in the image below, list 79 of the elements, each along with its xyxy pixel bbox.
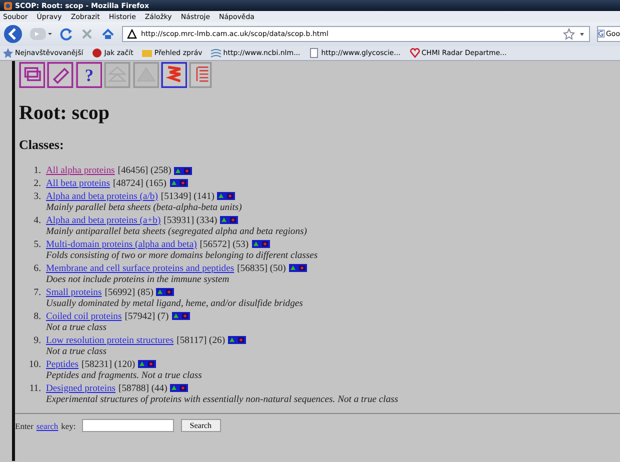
dot-icon [92, 48, 102, 58]
class-info: [48724] (165) [112, 178, 167, 189]
class-description: Usually dominated by metal ligand, heme, and/or disulfide bridges [46, 298, 303, 309]
page-heading: Root: scop [19, 102, 111, 125]
class-link[interactable]: Alpha and beta proteins (a+b) [46, 214, 161, 226]
tree-graphic-icon[interactable] [138, 360, 156, 368]
search-label: key: [61, 420, 76, 430]
class-info: [58788] (44) [118, 382, 168, 394]
class-info: [51349] (141) [160, 190, 214, 202]
star-icon [3, 48, 13, 58]
list-icon[interactable] [189, 62, 212, 88]
tree-graphic-icon[interactable] [220, 216, 238, 224]
dropdown-icon [579, 31, 585, 37]
heart-icon [410, 48, 420, 58]
class-link[interactable]: Peptides [46, 358, 79, 370]
list-number: 8. [32, 310, 42, 324]
tree-graphic-icon[interactable] [156, 288, 174, 296]
wave-icon [211, 48, 222, 58]
class-info: [56572] (53) [200, 238, 249, 250]
list-number: 4. [32, 214, 42, 228]
class-info: [53931] (334) [164, 214, 218, 226]
browser-logo-icon [4, 2, 12, 10]
stop-icon [80, 27, 94, 41]
tree-graphic-icon[interactable] [228, 336, 246, 344]
tree-graphic-icon[interactable] [288, 264, 307, 272]
tree-graphic-icon[interactable] [217, 192, 236, 200]
list-number: 1. [32, 165, 42, 176]
reload-icon [59, 27, 73, 41]
search-button[interactable]: Search [180, 419, 221, 432]
class-description: Experimental structures of proteins with essentially non-natural sequences. Not a true class [46, 394, 398, 405]
home-icon [101, 27, 115, 41]
class-description: Does not include proteins in the immune system [46, 274, 230, 285]
tree-graphic-icon[interactable] [170, 179, 188, 188]
class-description: Mainly antiparallel beta sheets (segregated alpha and beta regions) [46, 226, 307, 237]
boxes-icon[interactable] [19, 62, 46, 88]
search-link[interactable]: search [36, 420, 58, 430]
class-description: Peptides and fragments. Not a true class [46, 370, 202, 381]
class-info: [57942] (7) [124, 310, 169, 322]
forward-button-icon [30, 25, 52, 43]
class-info: [58231] (120) [82, 358, 136, 370]
class-description: Not a true class [46, 322, 108, 333]
class-description: Not a true class [46, 346, 108, 357]
list-number: 5. [32, 238, 42, 252]
search-label: Enter [15, 420, 34, 430]
class-link[interactable]: Multi-domain proteins (alpha and beta) [46, 238, 197, 250]
folder-icon [142, 48, 152, 58]
back-button-icon [3, 24, 23, 44]
tree-graphic-icon[interactable] [252, 240, 270, 248]
class-link[interactable]: Membrane and cell surface proteins and peptides [46, 262, 234, 274]
class-description: Folds consisting of two or more domains belonging to different classes [46, 250, 318, 261]
help-icon[interactable]: ? [76, 62, 102, 88]
tree-graphic-icon[interactable] [172, 312, 190, 320]
pencil-icon[interactable] [47, 62, 74, 88]
section-heading: Classes: [19, 137, 65, 153]
class-link[interactable]: All alpha proteins [46, 165, 115, 176]
class-info: [46456] (258) [118, 165, 172, 176]
class-link[interactable]: Small proteins [46, 286, 102, 298]
class-link[interactable]: All beta proteins [46, 178, 110, 189]
class-link[interactable]: Alpha and beta proteins (a/b) [46, 190, 158, 202]
list-number: 2. [32, 178, 42, 189]
tree-graphic-icon[interactable] [170, 384, 188, 392]
class-link[interactable]: Low resolution protein structures [46, 334, 174, 346]
list-number: 9. [32, 334, 42, 348]
class-description: Mainly parallel beta sheets (beta-alpha-beta units) [46, 202, 242, 213]
class-info: [58117] (26) [176, 334, 226, 346]
search-field[interactable] [82, 419, 174, 432]
class-link[interactable]: Designed proteins [46, 382, 116, 394]
list-number: 10. [28, 358, 42, 372]
class-info: [56835] (50) [237, 262, 286, 274]
star-icon [563, 28, 575, 40]
tree-graphic-icon[interactable] [174, 166, 192, 175]
search-engine-icon [598, 29, 605, 39]
list-number: 11. [28, 382, 42, 396]
class-link[interactable]: Coiled coil proteins [46, 310, 122, 322]
list-number: 6. [32, 262, 42, 276]
list-number: 3. [32, 190, 42, 204]
class-info: [56992] (85) [104, 286, 154, 298]
list-number: 7. [32, 286, 42, 300]
stacked-lines-icon[interactable] [160, 62, 188, 88]
